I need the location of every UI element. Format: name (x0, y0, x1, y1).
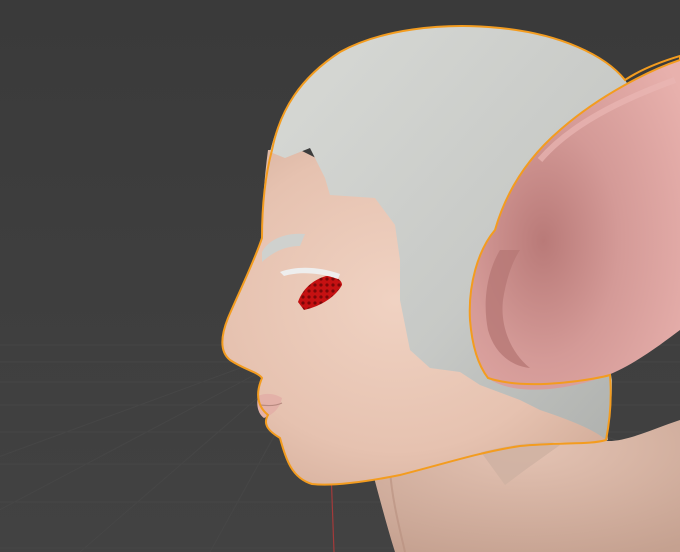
3d-viewport[interactable] (0, 0, 680, 552)
viewport-canvas[interactable] (0, 0, 680, 552)
